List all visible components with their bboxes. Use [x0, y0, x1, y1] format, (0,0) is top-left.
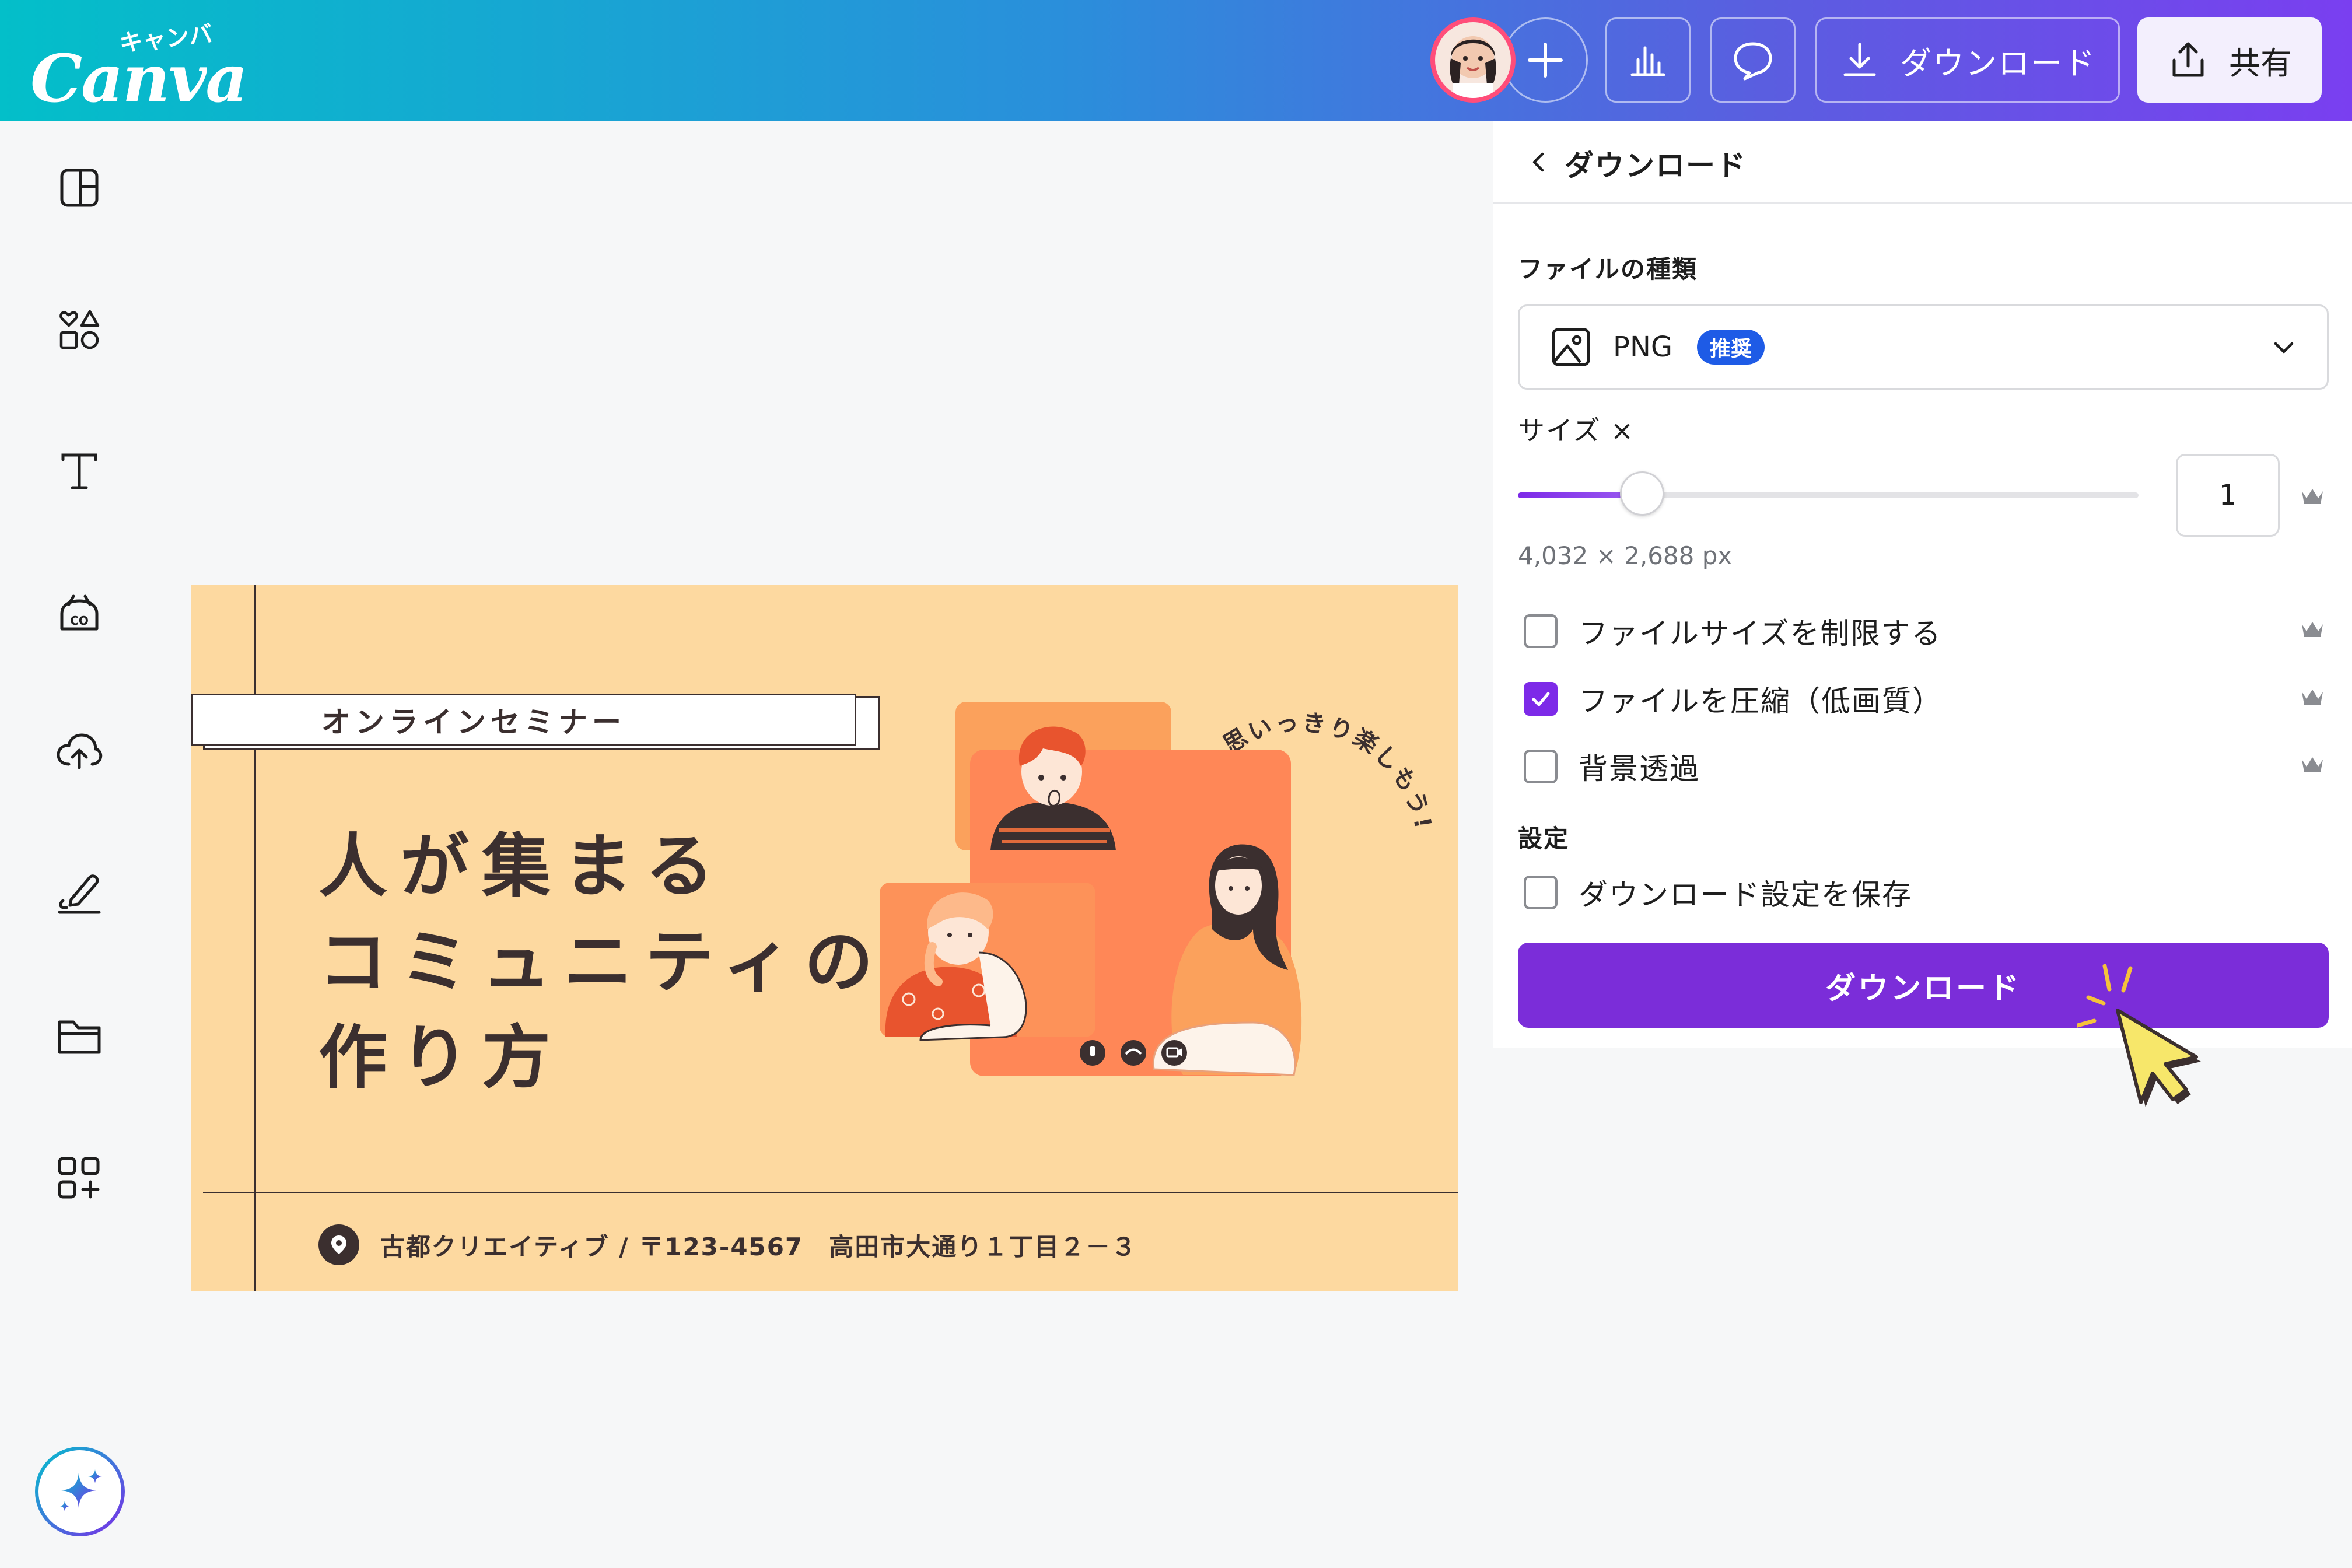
comment-icon	[1734, 42, 1772, 80]
cloud-upload-icon	[57, 733, 103, 769]
crown-icon	[2302, 622, 2323, 637]
sidebar-item-draw[interactable]	[51, 866, 107, 922]
sidebar-item-text[interactable]	[51, 443, 107, 499]
size-slider-thumb[interactable]	[1619, 471, 1664, 516]
logo-text: Canva	[30, 41, 248, 117]
panel-header: ダウンロード	[1493, 121, 2352, 204]
checkbox-limit-size[interactable]	[1524, 614, 1558, 648]
layout-icon	[60, 169, 99, 207]
download-icon	[1843, 43, 1876, 76]
size-label: サイズ ×	[1518, 415, 1634, 446]
check-icon	[1532, 692, 1550, 706]
headline-line-2: コミュニティの	[318, 922, 886, 1002]
pointer-cursor-icon	[2077, 964, 2201, 1107]
location-pin-icon	[318, 1224, 359, 1265]
size-slider-track[interactable]	[1518, 492, 2138, 498]
chevron-down-icon	[2274, 342, 2294, 354]
canva-logo[interactable]: キャンバ Canva	[30, 18, 248, 117]
crown-icon	[2302, 690, 2323, 705]
option-label: ファイルサイズを制限する	[1578, 617, 1942, 650]
size-input[interactable]: 1	[2176, 454, 2280, 537]
crown-icon	[2302, 757, 2323, 772]
checkbox-compress[interactable]	[1524, 682, 1558, 716]
back-button[interactable]	[1522, 146, 1555, 178]
sidebar-item-elements[interactable]	[51, 301, 107, 357]
avatar[interactable]	[1430, 18, 1516, 103]
svg-text:CO: CO	[70, 614, 89, 628]
chevron-left-icon	[1532, 152, 1544, 172]
option-limit-size[interactable]: ファイルサイズを制限する	[1524, 610, 1942, 652]
sidebar-item-apps[interactable]	[51, 1150, 107, 1206]
panel-title: ダウンロード	[1564, 149, 1746, 183]
tag-text: オンラインセミナー	[321, 705, 626, 739]
design-vertical-line	[254, 585, 256, 1291]
share-button[interactable]: 共有	[2137, 18, 2322, 103]
option-label: ファイルを圧縮（低画質）	[1578, 684, 1943, 718]
checkbox-transparent[interactable]	[1524, 750, 1558, 783]
sidebar-item-brand[interactable]: CO	[51, 586, 107, 642]
video-call-illustration	[880, 702, 1302, 1076]
option-save-settings[interactable]: ダウンロード設定を保存	[1524, 872, 1912, 914]
text-icon	[61, 453, 97, 489]
shapes-icon	[60, 310, 100, 349]
recommended-badge: 推奨	[1697, 330, 1765, 365]
bar-chart-icon	[1630, 46, 1665, 76]
avatar-image	[1450, 36, 1496, 98]
magic-button[interactable]	[35, 1447, 125, 1536]
option-label: ダウンロード設定を保存	[1578, 878, 1912, 912]
apps-icon	[58, 1157, 100, 1199]
sidebar-item-design[interactable]	[51, 160, 107, 216]
headline-line-1: 人が集まる	[318, 826, 727, 907]
plus-icon	[1528, 43, 1563, 78]
sidebar-item-projects[interactable]	[51, 1008, 107, 1064]
tag-box: オンラインセミナー	[191, 694, 856, 746]
top-bar: キャンバ Canva ダウンロード 共有	[0, 0, 2352, 121]
pen-icon	[58, 874, 101, 914]
design-canvas[interactable]: オンラインセミナー 人が集まる コミュニティの 作り方 思いっきり楽しもう! 古…	[191, 585, 1458, 1291]
file-type-label: ファイルの種類	[1518, 255, 1698, 284]
share-label: 共有	[2229, 44, 2292, 82]
share-icon	[2172, 42, 2204, 77]
settings-label: 設定	[1518, 824, 1570, 853]
option-transparent[interactable]: 背景透過	[1524, 746, 1700, 788]
folder-icon	[58, 1020, 101, 1054]
image-icon	[1550, 326, 1592, 368]
sparkle-icon	[60, 1469, 102, 1511]
file-type-select[interactable]: PNG 推奨	[1518, 304, 2329, 390]
comment-button[interactable]	[1710, 18, 1796, 103]
brand-icon: CO	[60, 594, 99, 631]
crown-icon	[2302, 489, 2323, 504]
download-top-label: ダウンロード	[1900, 44, 2096, 82]
headline-line-3: 作り方	[318, 1017, 564, 1098]
option-compress[interactable]: ファイルを圧縮（低画質）	[1524, 678, 1943, 720]
file-type-value: PNG	[1613, 331, 1673, 363]
download-panel: ダウンロード ファイルの種類 PNG 推奨 サイズ × 1 4,032 × 2,…	[1493, 121, 2352, 1048]
download-button-label: ダウンロード	[1825, 971, 2021, 1006]
checkbox-save-settings[interactable]	[1524, 876, 1558, 909]
design-horizontal-line	[203, 1192, 1458, 1194]
address-row: 古都クリエイティブ / 〒123-4567 高田市大通り１丁目２－３	[318, 1224, 1137, 1265]
analytics-button[interactable]	[1605, 18, 1690, 103]
option-label: 背景透過	[1578, 752, 1700, 786]
dimensions-text: 4,032 × 2,688 px	[1518, 541, 1732, 570]
download-top-button[interactable]: ダウンロード	[1815, 18, 2120, 103]
address-text: 古都クリエイティブ / 〒123-4567 高田市大通り１丁目２－３	[380, 1232, 1138, 1261]
sidebar-item-uploads[interactable]	[51, 723, 107, 779]
